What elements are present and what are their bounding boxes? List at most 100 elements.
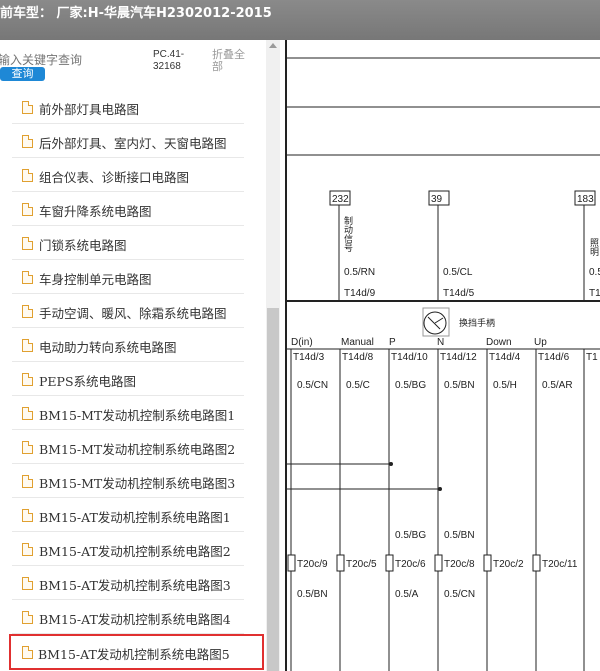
- search-button[interactable]: 查询: [0, 67, 45, 81]
- tree-item[interactable]: BM15-AT发动机控制系统电路图5: [9, 634, 264, 670]
- scroll-up-icon[interactable]: [269, 43, 277, 48]
- tree-item-label: BM15-AT发动机控制系统电路图3: [39, 578, 231, 593]
- tree-item-label: 车身控制单元电路图: [39, 272, 152, 287]
- connector-symbol: [434, 554, 443, 572]
- tree-item-label: 前外部灯具电路图: [39, 102, 140, 117]
- collapse-all-button[interactable]: 折叠全部: [212, 49, 252, 73]
- document-icon: [22, 339, 33, 352]
- connector-label: T20c/11: [542, 559, 578, 570]
- tree-item[interactable]: BM15-MT发动机控制系统电路图3: [12, 464, 244, 498]
- circuit-tree: 前外部灯具电路图后外部灯具、室内灯、天窗电路图组合仪表、诊断接口电路图 车窗升降系…: [0, 90, 268, 670]
- position-label: Manual: [341, 337, 374, 348]
- tree-item-label: 车窗升降系统电路图: [39, 204, 152, 219]
- window-title: 前车型： 厂家:H-华晨汽车H2302012-2015: [0, 6, 272, 21]
- connector-label: T20c/5: [346, 559, 377, 570]
- bottom-wire-label: 0.5/CN: [444, 589, 475, 600]
- pin-label: T14d/6: [538, 352, 570, 363]
- search-input[interactable]: [0, 52, 146, 68]
- connector-symbol: [483, 554, 492, 572]
- pin-wire-label: 0.5/BG: [395, 380, 426, 391]
- tree-item[interactable]: BM15-MT发动机控制系统电路图1: [12, 396, 244, 430]
- shifter-label: 换挡手柄: [459, 317, 495, 329]
- connector-label: T20c/6: [395, 559, 426, 570]
- tree-item[interactable]: 手动空调、暖风、除霜系统电路图: [12, 294, 244, 328]
- brake-signal-label: 制动信号: [342, 215, 353, 253]
- connector-label: T20c/2: [493, 559, 524, 570]
- tree-item[interactable]: BM15-AT发动机控制系统电路图1: [12, 498, 244, 532]
- document-icon: [22, 611, 33, 624]
- document-icon: [22, 373, 33, 386]
- tree-item[interactable]: 车身控制单元电路图: [12, 260, 244, 294]
- tree-item[interactable]: 后外部灯具、室内灯、天窗电路图: [12, 124, 244, 158]
- document-icon: [22, 509, 33, 522]
- tree-item-label: 手动空调、暖风、除霜系统电路图: [39, 306, 227, 321]
- bottom-wire-label: 0.5/A: [395, 589, 419, 600]
- position-label: P: [389, 337, 396, 348]
- tree-item[interactable]: 门锁系统电路图: [12, 226, 244, 260]
- tree-item-label: PEPS系统电路图: [39, 374, 137, 389]
- tree-item-label: BM15-MT发动机控制系统电路图3: [39, 476, 236, 491]
- pin-wire-label: 0.5/CN: [297, 380, 328, 391]
- top-pin-label: T1: [589, 288, 600, 299]
- pin-label: T14d/4: [489, 352, 521, 363]
- tree-item-label: BM15-AT发动机控制系统电路图4: [39, 612, 231, 627]
- document-icon: [22, 305, 33, 318]
- tree-item[interactable]: BM15-AT发动机控制系统电路图2: [12, 532, 244, 566]
- position-label: N: [437, 337, 444, 348]
- left-panel: 查询 PC.41-32168 折叠全部 前外部灯具电路图后外部灯具、室内灯、天窗…: [0, 40, 285, 671]
- tree-item[interactable]: 电动助力转向系统电路图: [12, 328, 244, 362]
- pin-wire-label: 0.5/AR: [542, 380, 573, 391]
- top-wire-label: 0.5/RN: [344, 267, 375, 278]
- wire-number: 39: [431, 194, 443, 205]
- position-label: Down: [486, 337, 512, 348]
- junction-dot: [438, 487, 442, 491]
- tree-item[interactable]: 组合仪表、诊断接口电路图: [12, 158, 244, 192]
- title-bar: 前车型： 厂家:H-华晨汽车H2302012-2015: [0, 0, 600, 40]
- tree-item[interactable]: 车窗升降系统电路图: [12, 192, 244, 226]
- tree-item[interactable]: BM15-AT发动机控制系统电路图4: [12, 600, 244, 634]
- pin-label: T14d/3: [293, 352, 325, 363]
- mid-wire-label: 0.5/BG: [395, 530, 426, 541]
- pin-wire-label: 0.5/C: [346, 380, 370, 391]
- pin-label: T14d/12: [440, 352, 477, 363]
- pc-code: PC.41-32168: [153, 49, 185, 72]
- connector-symbol: [532, 554, 541, 572]
- tree-item-label: BM15-MT发动机控制系统电路图1: [39, 408, 236, 423]
- tree-item-label: 组合仪表、诊断接口电路图: [39, 170, 190, 185]
- connector-symbol: [287, 554, 296, 572]
- tree-item-label: 电动助力转向系统电路图: [39, 340, 177, 355]
- scroll-thumb[interactable]: [267, 308, 279, 671]
- circuit-diagram: 232 39 183 制动信号照明 0.5/RN 0.5/CL 0.5 T14d/9 T14d/…: [287, 57, 600, 671]
- diagram-panel: 232 39 183 制动信号照明 0.5/RN 0.5/CL 0.5 T14d/9 T14d/…: [285, 40, 600, 671]
- wire-number: 232: [332, 194, 349, 205]
- pin-wire-label: 0.5/BN: [444, 380, 475, 391]
- pin-label: T1: [586, 352, 598, 363]
- tree-item[interactable]: BM15-AT发动机控制系统电路图3: [12, 566, 244, 600]
- document-icon: [22, 441, 33, 454]
- wire-number: 183: [577, 194, 594, 205]
- document-icon: [22, 101, 33, 114]
- position-label: D(in): [291, 337, 313, 348]
- top-pin-label: T14d/5: [443, 288, 475, 299]
- connector-label: T20c/8: [444, 559, 475, 570]
- top-wire-label: 0.5: [589, 267, 600, 278]
- tree-item-label: BM15-MT发动机控制系统电路图2: [39, 442, 236, 457]
- pin-label: T14d/8: [342, 352, 374, 363]
- tree-item-label: 门锁系统电路图: [39, 238, 127, 253]
- lighting-label: 照明: [588, 238, 599, 257]
- tree-scrollbar[interactable]: [266, 40, 280, 671]
- pin-wire-label: 0.5/H: [493, 380, 517, 391]
- top-wire-label: 0.5/CL: [443, 267, 473, 278]
- tree-item-label: BM15-AT发动机控制系统电路图1: [39, 510, 231, 525]
- document-icon: [22, 646, 33, 659]
- document-icon: [22, 577, 33, 590]
- connector-symbol: [336, 554, 345, 572]
- document-icon: [22, 407, 33, 420]
- bottom-wire-label: 0.5/BN: [297, 589, 328, 600]
- tree-item-label: BM15-AT发动机控制系统电路图5: [38, 647, 230, 662]
- tree-item[interactable]: PEPS系统电路图: [12, 362, 244, 396]
- tree-item[interactable]: BM15-MT发动机控制系统电路图2: [12, 430, 244, 464]
- tree-item[interactable]: 前外部灯具电路图: [12, 90, 244, 124]
- document-icon: [22, 169, 33, 182]
- connector-symbol: [385, 554, 394, 572]
